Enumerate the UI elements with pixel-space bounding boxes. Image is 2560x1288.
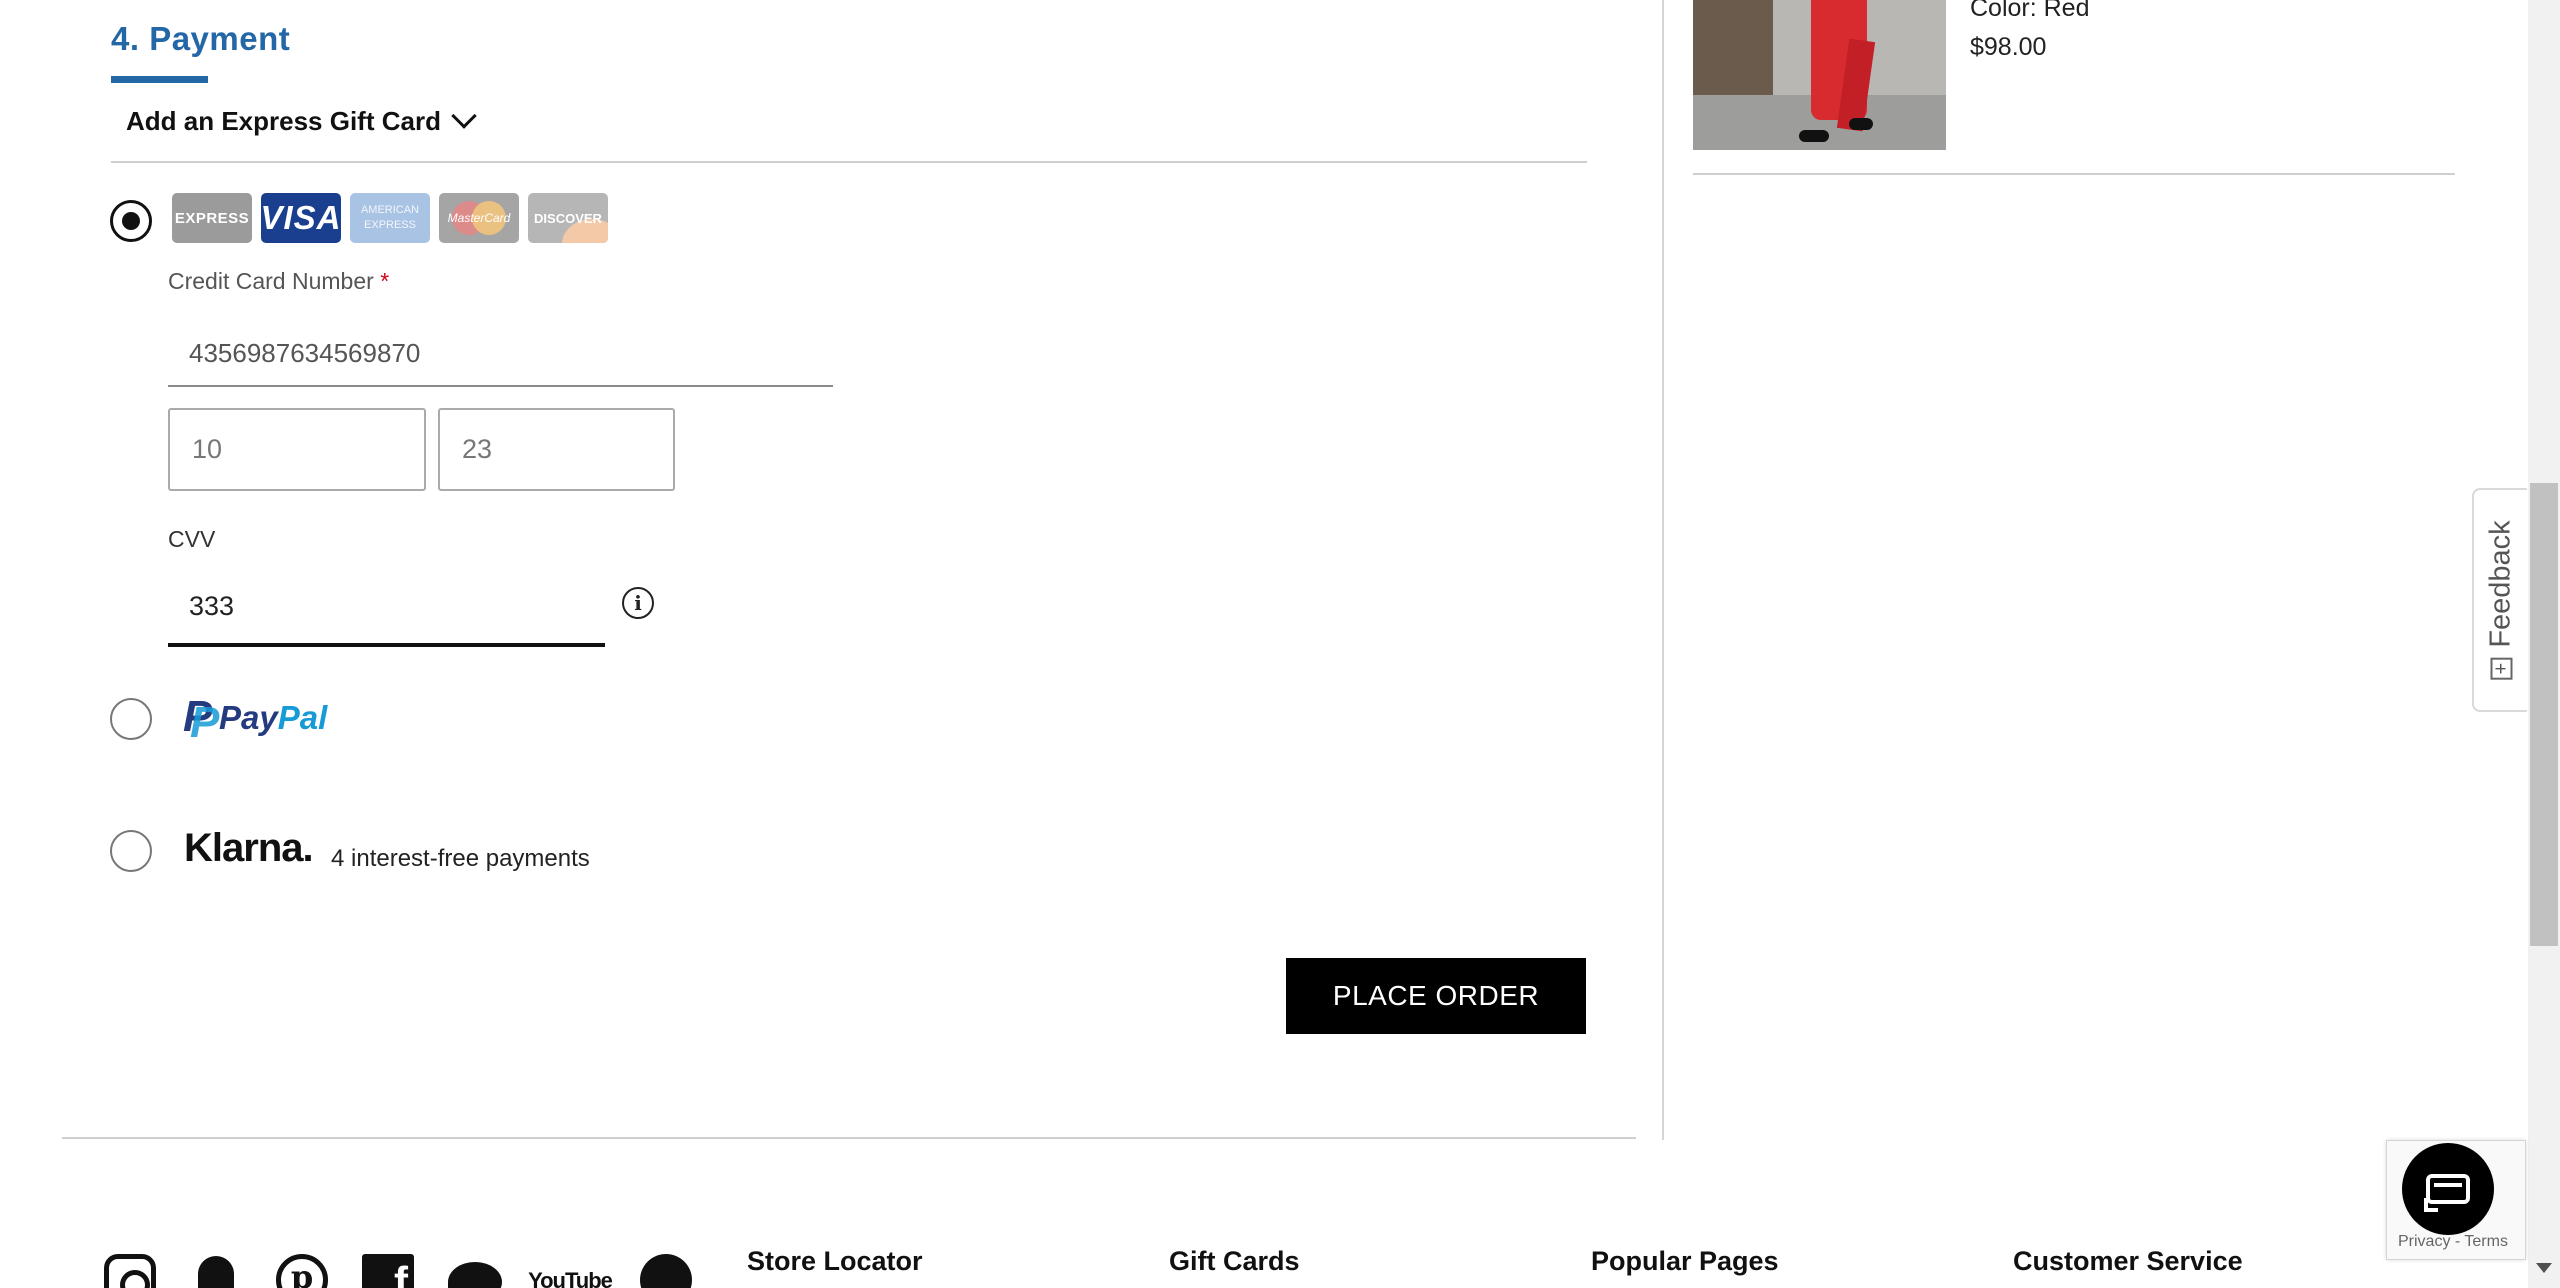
info-icon[interactable]: i [622, 587, 654, 619]
express-card-text: EXPRESS [174, 209, 250, 227]
amex-card-text: AMERICAN EXPRESS [360, 204, 420, 231]
spotify-icon[interactable] [640, 1254, 692, 1288]
product-image[interactable] [1693, 0, 1946, 150]
social-links: p f YouTube [104, 1254, 692, 1288]
credit-card-radio[interactable] [110, 200, 152, 242]
klarna-logo: Klarna. [184, 826, 314, 870]
feedback-label: Feedback [2484, 520, 2516, 648]
required-mark: * [380, 268, 390, 294]
product-color: Color: Red [1970, 0, 2090, 22]
paypal-pal-text: Pal [277, 699, 328, 736]
mastercard-card-text: MasterCard [447, 211, 511, 225]
discover-card-icon: DISCOVER [528, 193, 608, 243]
footer-gift-cards[interactable]: Gift Cards [1169, 1246, 1300, 1277]
facebook-icon[interactable]: f [362, 1254, 414, 1288]
paypal-mark-icon: PP [183, 692, 220, 747]
pinterest-icon[interactable]: p [276, 1254, 328, 1288]
express-gift-card-toggle[interactable]: Add an Express Gift Card [126, 103, 477, 138]
payment-section-title: 4. Payment [111, 20, 291, 57]
gift-card-label: Add an Express Gift Card [126, 105, 441, 136]
visa-card-text: VISA [261, 199, 341, 236]
divider [62, 1137, 1636, 1139]
feedback-tab[interactable]: + Feedback [2472, 488, 2527, 712]
product-price: $98.00 [1970, 33, 2047, 61]
expiration-month-input[interactable] [168, 408, 426, 491]
scroll-down-arrow-icon[interactable] [2536, 1263, 2552, 1273]
paypal-radio[interactable] [110, 698, 152, 740]
cvv-input[interactable] [168, 570, 605, 647]
scrollbar-thumb[interactable] [2530, 483, 2558, 946]
chat-button[interactable] [2402, 1143, 2494, 1235]
paypal-logo: PP PayPal [183, 692, 328, 747]
klarna-installments-text: 4 interest-free payments [331, 845, 590, 872]
footer-customer-service[interactable]: Customer Service [2013, 1246, 2243, 1277]
credit-card-number-input[interactable] [168, 321, 833, 387]
expiration-year-input[interactable] [438, 408, 675, 491]
twitter-icon[interactable] [448, 1254, 502, 1288]
recaptcha-privacy-terms[interactable]: Privacy - Terms [2398, 1233, 2508, 1251]
paypal-pay-text: Pay [219, 699, 278, 736]
chat-icon [2424, 1174, 2470, 1212]
youtube-icon[interactable]: YouTube [528, 1254, 613, 1288]
footer-popular-pages[interactable]: Popular Pages [1591, 1246, 1779, 1277]
visa-card-icon: VISA [261, 193, 341, 243]
feedback-plus-icon: + [2489, 657, 2512, 680]
place-order-button[interactable]: PLACE ORDER [1286, 958, 1586, 1034]
credit-card-label-text: Credit Card Number [168, 268, 374, 294]
divider [1693, 173, 2455, 175]
footer-store-locator[interactable]: Store Locator [747, 1246, 923, 1277]
klarna-radio[interactable] [110, 830, 152, 872]
cvv-label: CVV [168, 526, 216, 552]
instagram-icon[interactable] [104, 1254, 156, 1288]
mastercard-card-icon: MasterCard [439, 193, 519, 243]
section-title-underline [111, 76, 208, 83]
credit-card-number-label: Credit Card Number * [168, 268, 389, 295]
divider [111, 161, 1587, 163]
amex-card-icon: AMERICAN EXPRESS [350, 193, 430, 243]
chevron-down-icon [451, 103, 477, 129]
express-card-icon: EXPRESS [172, 193, 252, 243]
discover-card-text: DISCOVER [534, 210, 602, 226]
card-logos: EXPRESS VISA AMERICAN EXPRESS MasterCard… [172, 193, 608, 243]
column-divider [1662, 0, 1664, 1140]
snapchat-icon[interactable] [190, 1254, 242, 1288]
